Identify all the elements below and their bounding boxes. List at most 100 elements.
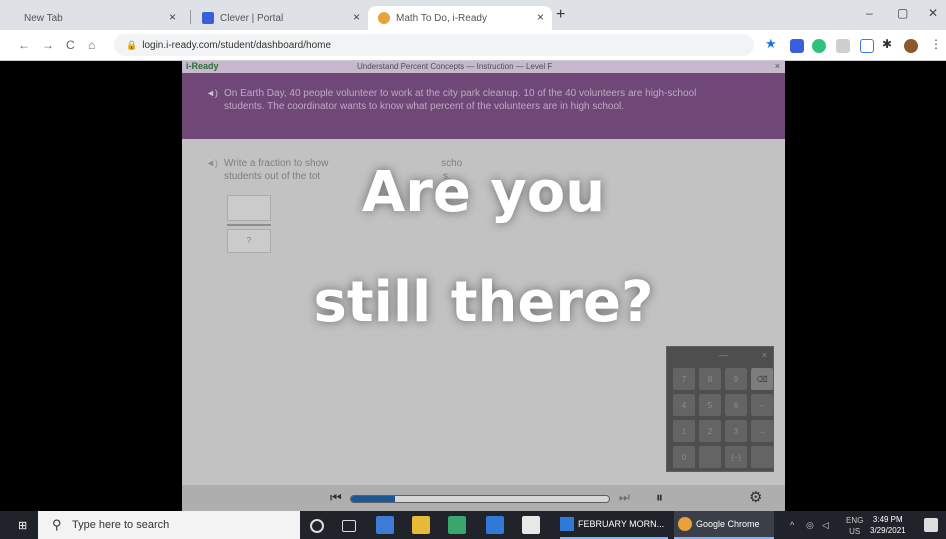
keypad-key-decimal[interactable]: . xyxy=(699,446,721,468)
backspace-icon[interactable]: ⌫ xyxy=(751,368,773,390)
keypad-close-button[interactable]: × xyxy=(762,350,767,360)
page-viewport: i-Ready Understand Percent Concepts — In… xyxy=(0,61,946,511)
clock-time: 3:49 PM xyxy=(872,515,903,524)
taskbar-item-label: Google Chrome xyxy=(696,519,760,529)
taskbar-clock[interactable]: 3:49 PM 3/29/2021 xyxy=(870,514,906,536)
keypad-key-minus[interactable]: – xyxy=(751,394,773,416)
pause-icon[interactable]: ⏸ xyxy=(656,489,663,506)
minimize-button[interactable]: – xyxy=(866,6,873,20)
home-button[interactable]: ⌂ xyxy=(88,38,95,52)
taskbar-search[interactable]: ⚲ Type here to search xyxy=(38,511,300,539)
language-indicator[interactable]: ENG US xyxy=(846,515,863,537)
tab-separator xyxy=(190,10,191,24)
back-button[interactable]: ← xyxy=(18,38,30,52)
task-view-icon[interactable] xyxy=(342,520,356,532)
app-icon[interactable] xyxy=(448,516,466,534)
close-window-button[interactable]: ✕ xyxy=(928,6,938,20)
tab-title: Math To Do, i-Ready xyxy=(396,12,487,24)
forward-button[interactable]: → xyxy=(42,38,54,52)
speaker-icon[interactable]: ◄) xyxy=(206,87,218,100)
url-field[interactable]: 🔒 login.i-ready.com/student/dashboard/hom… xyxy=(114,34,754,56)
keypad-key-5[interactable]: 5 xyxy=(699,394,721,416)
previous-icon[interactable]: ⏮ xyxy=(330,490,342,506)
menu-dots-icon[interactable]: ⋮ xyxy=(930,37,944,51)
denominator-field[interactable]: ? xyxy=(227,229,271,253)
keypad-key-7[interactable]: 7 xyxy=(673,368,695,390)
reload-button[interactable]: C xyxy=(66,38,75,52)
numerator-field[interactable] xyxy=(227,195,271,221)
search-icon: ⚲ xyxy=(52,517,62,532)
bookmark-star-icon[interactable]: ★ xyxy=(765,36,779,51)
keypad-key-8[interactable]: 8 xyxy=(699,368,721,390)
file-explorer-icon[interactable] xyxy=(412,516,430,534)
fraction-input: ? xyxy=(227,195,271,253)
question-text-4: s. xyxy=(442,171,451,182)
keypad-key-2[interactable]: 2 xyxy=(699,420,721,442)
windows-taskbar: ⊞ ⚲ Type here to search FEBRUARY MORN...… xyxy=(0,511,946,539)
language-code: ENG xyxy=(846,516,864,525)
question-text-3: students out of the tot xyxy=(224,171,321,182)
close-icon[interactable]: × xyxy=(169,10,176,24)
tab-clever-portal[interactable]: Clever | Portal × xyxy=(192,6,368,30)
keypad-key-blank[interactable] xyxy=(751,446,773,468)
taskbar-item-label: FEBRUARY MORN... xyxy=(578,519,665,529)
extension-icon[interactable] xyxy=(836,39,850,53)
tab-title: Clever | Portal xyxy=(220,12,284,24)
keypad-grid: 7 8 9 ⌫ 4 5 6 – 1 2 3 → 0 . (–) xyxy=(667,363,773,473)
windows-start-icon[interactable]: ⊞ xyxy=(18,519,27,532)
lesson-prompt: ◄) On Earth Day, 40 people volunteer to … xyxy=(182,73,785,139)
keypad-minimize-button[interactable]: — xyxy=(719,350,728,360)
number-keypad: — × 7 8 9 ⌫ 4 5 6 – 1 2 3 → 0 . (–) xyxy=(666,346,774,472)
tab-title: New Tab xyxy=(24,12,63,24)
region-code: US xyxy=(849,527,861,536)
puzzle-extensions-icon[interactable]: ✱ xyxy=(882,37,896,51)
tab-iready[interactable]: Math To Do, i-Ready × xyxy=(368,6,552,30)
maximize-button[interactable]: ▢ xyxy=(897,6,908,20)
lock-icon: 🔒 xyxy=(126,40,138,50)
taskbar-item-google-chrome[interactable]: Google Chrome xyxy=(674,511,774,539)
taskbar-item-february-morning[interactable]: FEBRUARY MORN... xyxy=(560,511,668,539)
next-icon[interactable]: ⏭ xyxy=(619,490,630,505)
close-icon[interactable]: × xyxy=(353,10,360,24)
volume-icon[interactable]: ◁ xyxy=(822,520,829,531)
lesson-title: Understand Percent Concepts — Instructio… xyxy=(357,62,553,71)
lesson-progress-bar[interactable] xyxy=(350,495,610,503)
new-tab-button[interactable]: + xyxy=(556,6,565,24)
lesson-header: i-Ready Understand Percent Concepts — In… xyxy=(182,61,785,73)
grammarly-extension-icon[interactable] xyxy=(812,39,826,53)
keypad-key-3[interactable]: 3 xyxy=(725,420,747,442)
url-text: login.i-ready.com/student/dashboard/home xyxy=(142,40,332,51)
speaker-icon[interactable]: ◄) xyxy=(206,157,218,170)
people-icon[interactable] xyxy=(376,516,394,534)
fraction-bar xyxy=(227,224,271,226)
keypad-key-1[interactable]: 1 xyxy=(673,420,695,442)
question: ◄) Write a fraction to show scho student… xyxy=(182,139,785,183)
network-icon[interactable]: ◎ xyxy=(806,520,814,531)
chrome-icon xyxy=(678,517,692,531)
keypad-key-0[interactable]: 0 xyxy=(673,446,695,468)
settings-icon[interactable]: ⚙ xyxy=(749,488,762,506)
notifications-icon[interactable] xyxy=(924,518,938,532)
extension-icon[interactable] xyxy=(860,39,874,53)
cortana-icon[interactable] xyxy=(310,519,324,533)
keypad-key-6[interactable]: 6 xyxy=(725,394,747,416)
clever-extension-icon[interactable] xyxy=(790,39,804,53)
lesson-progress-fill xyxy=(351,496,395,502)
close-lesson-button[interactable]: × xyxy=(775,61,780,71)
keypad-key-9[interactable]: 9 xyxy=(725,368,747,390)
keypad-key-4[interactable]: 4 xyxy=(673,394,695,416)
avatar[interactable] xyxy=(904,39,918,53)
keypad-key-arrow[interactable]: → xyxy=(751,420,773,442)
keypad-key-negative[interactable]: (–) xyxy=(725,446,747,468)
iready-icon xyxy=(378,12,390,24)
lesson-panel: i-Ready Understand Percent Concepts — In… xyxy=(182,61,785,511)
prompt-text: On Earth Day, 40 people volunteer to wor… xyxy=(224,88,697,112)
close-icon[interactable]: × xyxy=(537,10,544,24)
question-text-1: Write a fraction to show xyxy=(224,158,329,169)
chevron-up-icon[interactable]: ^ xyxy=(790,520,794,530)
keypad-header: — × xyxy=(667,347,773,363)
tab-new-tab[interactable]: New Tab × xyxy=(14,6,184,30)
word-icon[interactable] xyxy=(486,516,504,534)
clever-icon xyxy=(202,12,214,24)
store-icon[interactable] xyxy=(522,516,540,534)
